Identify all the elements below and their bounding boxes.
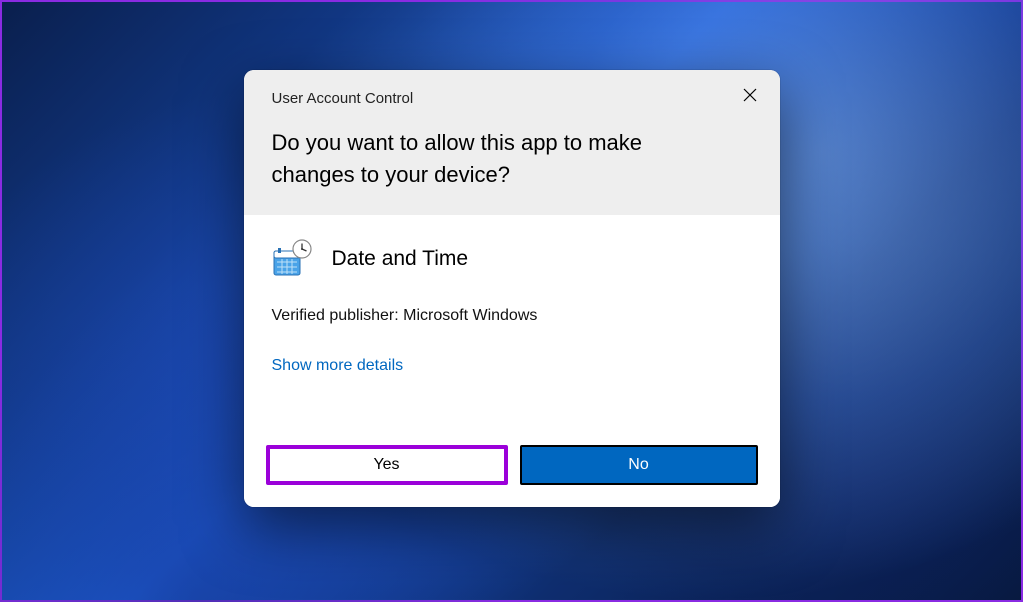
desktop-background: User Account Control Do you want to allo… [0, 0, 1023, 602]
uac-dialog: User Account Control Do you want to allo… [244, 70, 780, 507]
dialog-title: User Account Control [272, 90, 752, 107]
dialog-body: Date and Time Verified publisher: Micros… [244, 215, 780, 393]
app-name: Date and Time [332, 247, 469, 271]
dialog-header: User Account Control Do you want to allo… [244, 70, 780, 215]
publisher-line: Verified publisher: Microsoft Windows [272, 307, 752, 325]
no-button[interactable]: No [520, 445, 758, 485]
dialog-question: Do you want to allow this app to make ch… [272, 127, 712, 191]
close-icon [743, 88, 757, 105]
dialog-footer: Yes No [244, 393, 780, 507]
date-time-icon [272, 239, 312, 279]
show-more-details-link[interactable]: Show more details [272, 357, 404, 375]
close-button[interactable] [736, 82, 764, 110]
app-info-row: Date and Time [272, 239, 752, 279]
yes-button[interactable]: Yes [266, 445, 508, 485]
